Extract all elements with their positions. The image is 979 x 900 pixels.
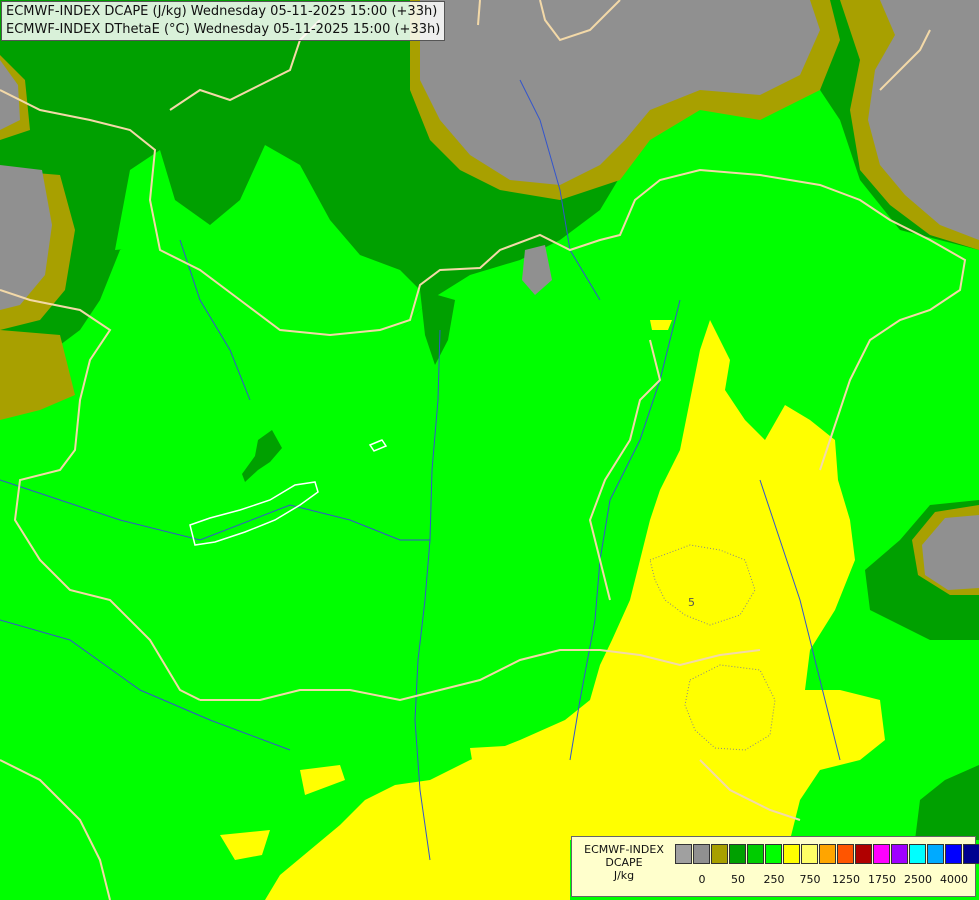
- color-legend: ECMWF-INDEX DCAPE J/kg 0 50 250 750 1250 1750…: [571, 836, 979, 897]
- legend-swatches: [675, 844, 979, 866]
- legend-swatch: [945, 844, 962, 864]
- legend-swatch: [873, 844, 890, 864]
- legend-tick-label: 250: [763, 873, 785, 886]
- legend-swatch: [855, 844, 872, 864]
- legend-swatch: [909, 844, 926, 864]
- dcape-title: ECMWF-INDEX DCAPE (J/kg) Wednesday 05-11…: [6, 4, 438, 19]
- legend-swatch: [765, 844, 782, 864]
- legend-tick-label: 50: [731, 873, 745, 886]
- legend-swatch: [801, 844, 818, 864]
- legend-tick-label: 4000: [940, 873, 968, 886]
- legend-swatch: [747, 844, 764, 864]
- legend-swatch: [729, 844, 746, 864]
- legend-swatch: [927, 844, 944, 864]
- legend-swatch: [783, 844, 800, 864]
- legend-swatch: [963, 844, 979, 864]
- yellow-patch-center: [470, 746, 505, 760]
- legend-swatch: [891, 844, 908, 864]
- legend-title: ECMWF-INDEX DCAPE J/kg: [576, 843, 672, 882]
- legend-line3: J/kg: [613, 869, 635, 882]
- map-title-box: ECMWF-INDEX DCAPE (J/kg) Wednesday 05-11…: [1, 1, 446, 41]
- legend-swatch: [711, 844, 728, 864]
- contour-label: 5: [688, 596, 695, 609]
- legend-swatch: [693, 844, 710, 864]
- legend-tick-label: 1750: [868, 873, 896, 886]
- weather-map: 5: [0, 0, 979, 900]
- legend-tick-label: 0: [698, 873, 706, 886]
- legend-ticks: 0 50 250 750 1250 1750 2500 4000: [675, 873, 975, 889]
- legend-tick-label: 1250: [832, 873, 860, 886]
- legend-tick-label: 2500: [904, 873, 932, 886]
- legend-swatch: [819, 844, 836, 864]
- legend-swatch: [675, 844, 692, 864]
- legend-swatch: [837, 844, 854, 864]
- legend-tick-label: 750: [799, 873, 821, 886]
- dthetae-title: ECMWF-INDEX DThetaE (°C) Wednesday 05-11…: [6, 22, 441, 37]
- legend-line1: ECMWF-INDEX: [584, 843, 664, 856]
- legend-line2: DCAPE: [605, 856, 643, 869]
